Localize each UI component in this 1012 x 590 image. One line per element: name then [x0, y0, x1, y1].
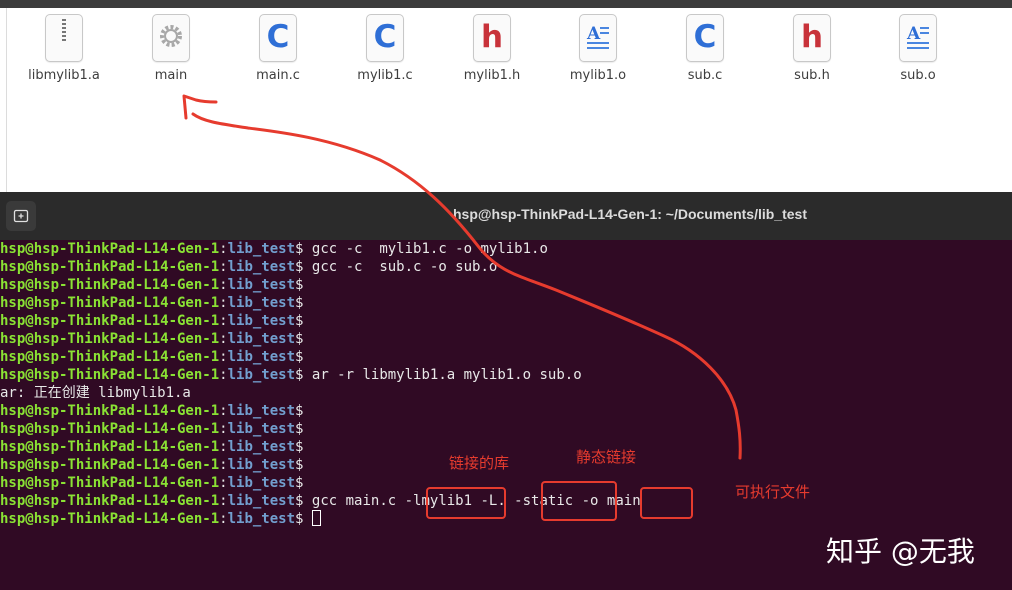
- watermark: 知乎 @无我: [826, 535, 975, 568]
- annotation-arrow: [182, 94, 742, 460]
